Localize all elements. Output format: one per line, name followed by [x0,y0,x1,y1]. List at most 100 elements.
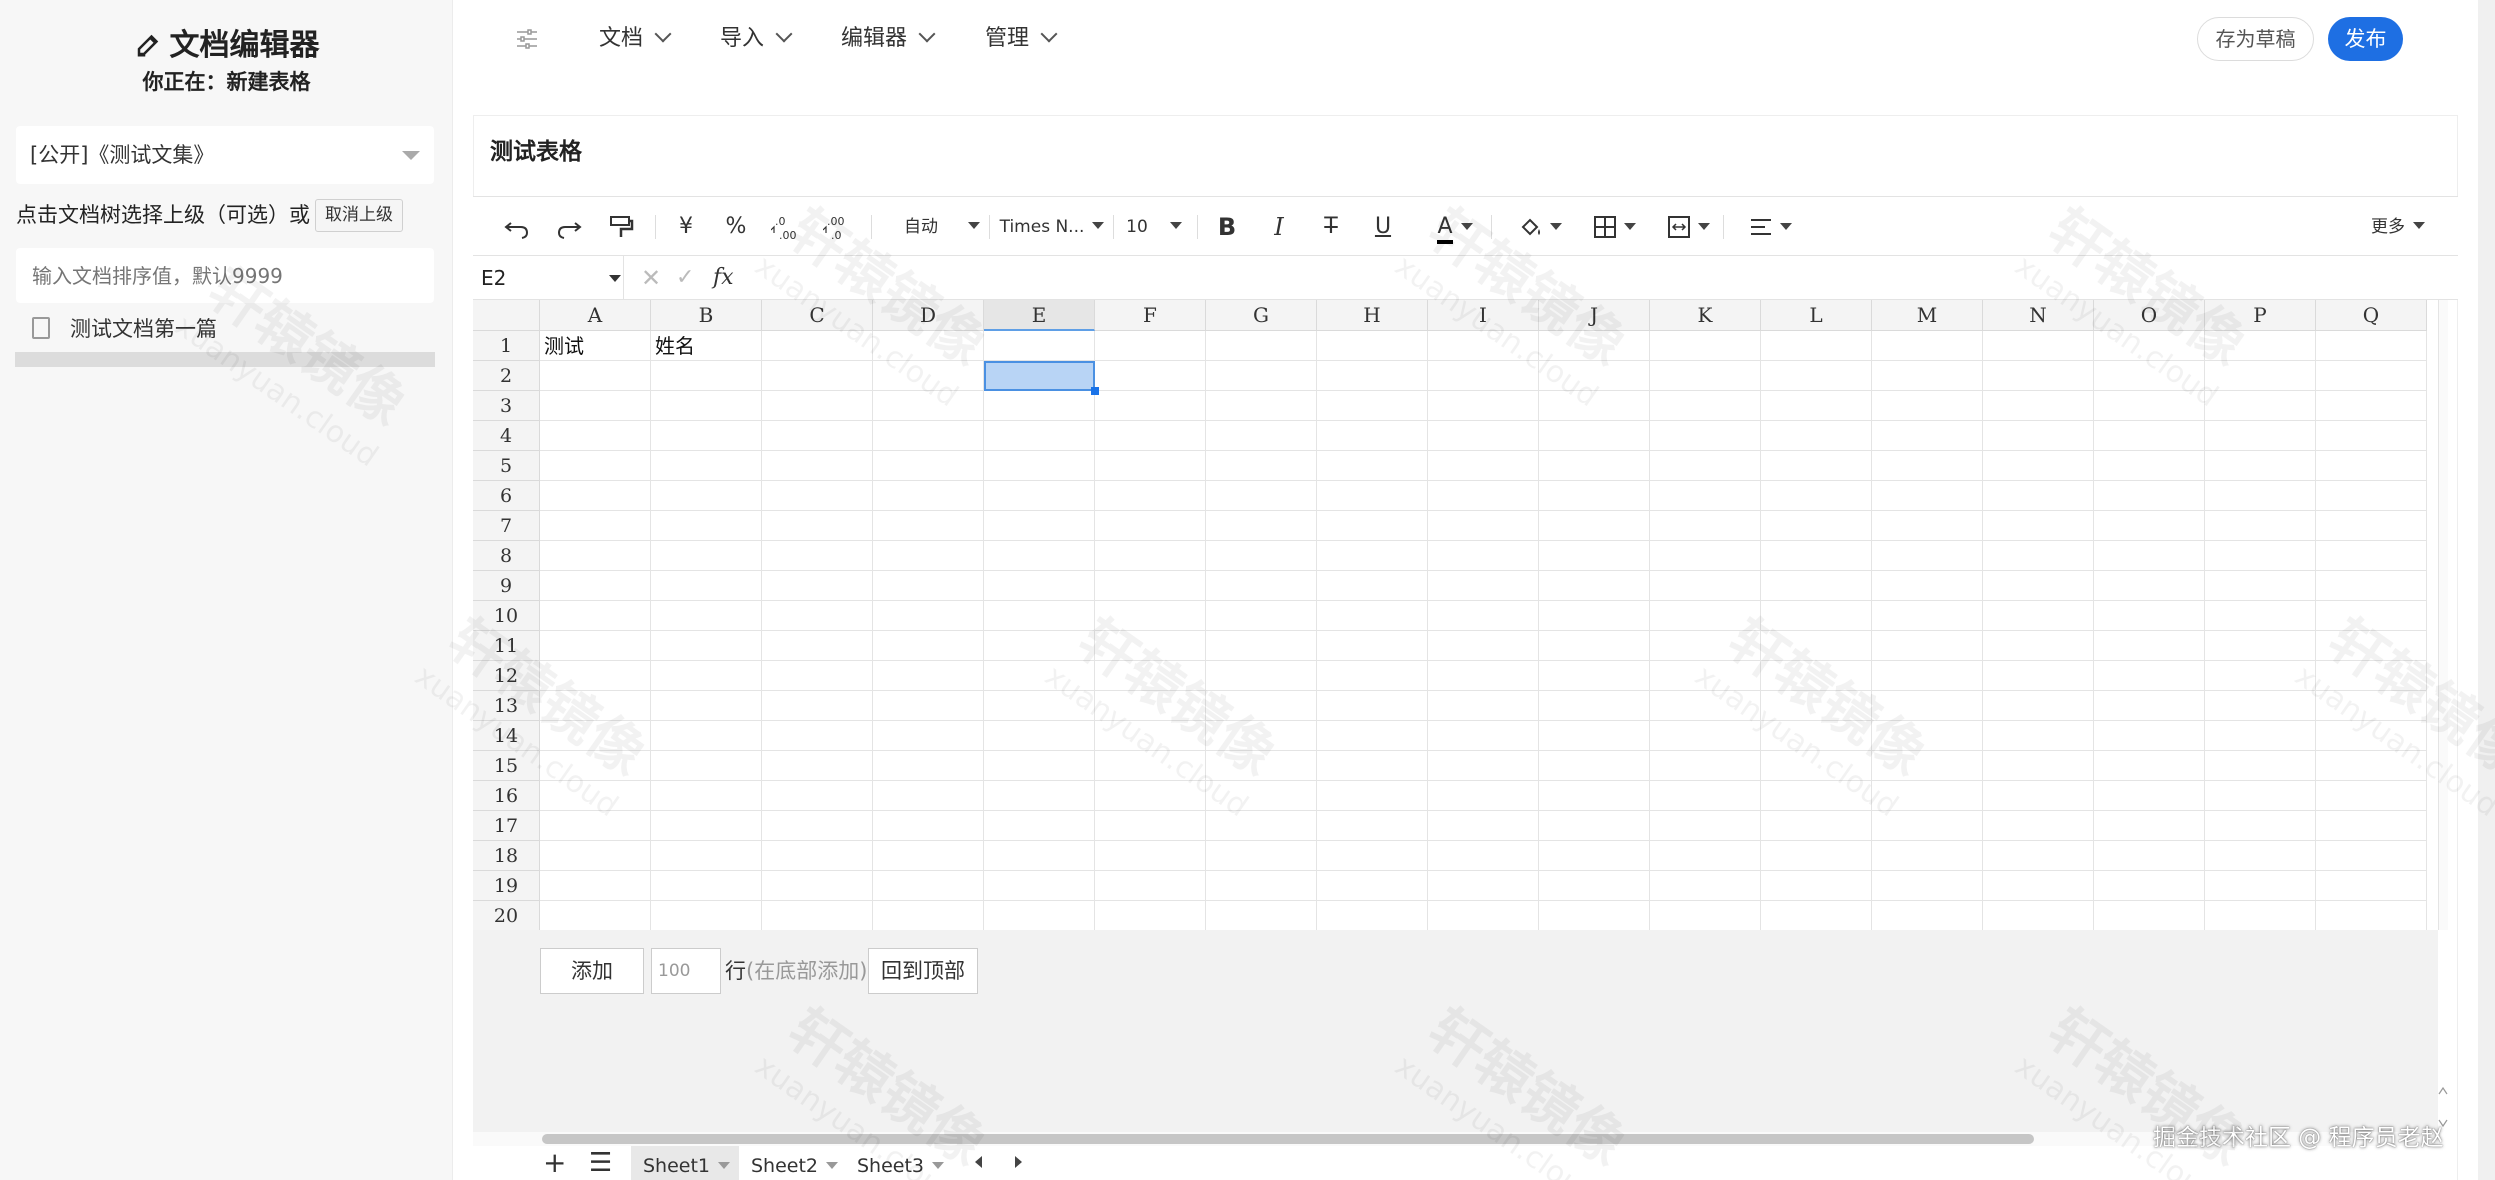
row-header-10[interactable]: 10 [473,601,540,631]
row-header-19[interactable]: 19 [473,871,540,901]
sheet-tab-2[interactable]: Sheet2 [739,1146,845,1180]
publish-button[interactable]: 发布 [2328,17,2403,61]
column-header-d[interactable]: D [873,300,984,331]
cancel-formula-icon[interactable]: ✕ [641,256,661,300]
tab-prev-icon[interactable] [975,1156,982,1168]
row-count-input[interactable]: 100 [651,948,721,994]
column-header-g[interactable]: G [1206,300,1317,331]
cancel-parent-button[interactable]: 取消上级 [315,199,403,232]
column-header-e[interactable]: E [984,300,1095,331]
decrease-decimal-icon[interactable]: .0.00 [771,209,801,245]
column-header-f[interactable]: F [1095,300,1206,331]
row-header-17[interactable]: 17 [473,811,540,841]
column-header-a[interactable]: A [540,300,651,331]
row-header-9[interactable]: 9 [473,571,540,601]
sort-input[interactable] [16,248,434,303]
chevron-down-icon [918,25,936,43]
document-icon [32,317,50,339]
confirm-formula-icon[interactable]: ✓ [676,256,694,300]
number-format-select[interactable]: 自动 [897,209,987,245]
align-left-icon[interactable] [1747,209,1775,245]
cell-a1[interactable]: 测试 [544,331,584,361]
fill-handle[interactable] [1091,387,1099,395]
column-header-k[interactable]: K [1650,300,1761,331]
sliders-icon[interactable] [515,28,539,50]
nav-item-editor[interactable]: 编辑器 [841,22,936,56]
save-draft-button[interactable]: 存为草稿 [2197,17,2314,61]
column-header-p[interactable]: P [2205,300,2316,331]
add-rows-button[interactable]: 添加 [540,948,644,994]
text-color-button[interactable]: A [1427,209,1483,245]
vertical-scrollbar[interactable] [2438,300,2448,930]
grid-corner[interactable] [473,300,540,331]
more-button[interactable]: 更多 [2363,209,2433,245]
column-header-i[interactable]: I [1428,300,1539,331]
row-header-11[interactable]: 11 [473,631,540,661]
borders-icon[interactable] [1591,209,1619,245]
fill-color-dropdown[interactable] [1549,209,1563,245]
fill-color-icon[interactable] [1517,209,1545,245]
row-header-16[interactable]: 16 [473,781,540,811]
column-header-l[interactable]: L [1761,300,1872,331]
spreadsheet-grid[interactable]: A B C D E F G H I J K L M N O P Q 1 2 3 4 5 6 7 8 9 10 11 12 13 14 15 16… [473,300,2438,931]
back-to-top-button[interactable]: 回到顶部 [868,948,978,994]
row-header-14[interactable]: 14 [473,721,540,751]
chevron-down-icon [654,25,672,43]
redo-icon[interactable] [555,209,583,245]
tree-scrollbar[interactable] [15,352,435,367]
row-header-5[interactable]: 5 [473,451,540,481]
percent-button[interactable]: % [721,209,751,245]
column-header-c[interactable]: C [762,300,873,331]
column-header-h[interactable]: H [1317,300,1428,331]
row-header-2[interactable]: 2 [473,361,540,391]
sheet-tab-3[interactable]: Sheet3 [845,1146,951,1180]
column-header-j[interactable]: J [1539,300,1650,331]
tab-next-icon[interactable] [1015,1156,1022,1168]
row-header-13[interactable]: 13 [473,691,540,721]
row-header-15[interactable]: 15 [473,751,540,781]
nav-item-manage[interactable]: 管理 [985,22,1058,56]
increase-decimal-icon[interactable]: .00.0 [823,209,853,245]
row-header-12[interactable]: 12 [473,661,540,691]
column-header-o[interactable]: O [2094,300,2205,331]
row-header-7[interactable]: 7 [473,511,540,541]
row-header-18[interactable]: 18 [473,841,540,871]
row-header-6[interactable]: 6 [473,481,540,511]
merge-dropdown[interactable] [1697,209,1711,245]
formula-fx-label: fx [713,265,734,290]
column-header-b[interactable]: B [651,300,762,331]
undo-icon[interactable] [503,209,531,245]
strikethrough-button[interactable]: T [1319,209,1343,245]
font-family-select[interactable]: Times N... [997,209,1107,245]
font-size-select[interactable]: 10 [1119,209,1189,245]
row-header-8[interactable]: 8 [473,541,540,571]
borders-dropdown[interactable] [1623,209,1637,245]
currency-button[interactable]: ¥ [671,209,701,245]
add-sheet-icon[interactable]: + [543,1146,566,1180]
horizontal-scrollbar[interactable] [473,1132,2438,1146]
underline-button[interactable]: U [1371,209,1395,245]
row-header-3[interactable]: 3 [473,391,540,421]
column-header-m[interactable]: M [1872,300,1983,331]
horizontal-scroll-thumb[interactable] [542,1134,2034,1144]
column-header-n[interactable]: N [1983,300,2094,331]
collection-select[interactable]: [公开]《测试文集》 [16,126,434,184]
sheet-list-icon[interactable]: ☰ [589,1146,612,1180]
align-dropdown[interactable] [1779,209,1793,245]
sheet-tab-1[interactable]: Sheet1 [631,1146,739,1180]
selected-cell[interactable] [984,361,1095,391]
top-nav: 文档 导入 编辑器 管理 存为草稿 发布 [453,0,2495,78]
italic-button[interactable]: I [1267,209,1291,245]
cell-b1[interactable]: 姓名 [655,331,695,361]
cell-reference-box[interactable]: E2 [481,256,621,300]
merge-cells-icon[interactable] [1665,209,1693,245]
row-header-1[interactable]: 1 [473,331,540,361]
row-header-20[interactable]: 20 [473,901,540,931]
column-header-q[interactable]: Q [2316,300,2427,331]
row-header-4[interactable]: 4 [473,421,540,451]
tree-item[interactable]: 测试文档第一篇 [32,314,217,344]
nav-item-docs[interactable]: 文档 [599,22,672,56]
format-painter-icon[interactable] [607,209,635,245]
bold-button[interactable]: B [1215,209,1239,245]
nav-item-import[interactable]: 导入 [720,22,793,56]
